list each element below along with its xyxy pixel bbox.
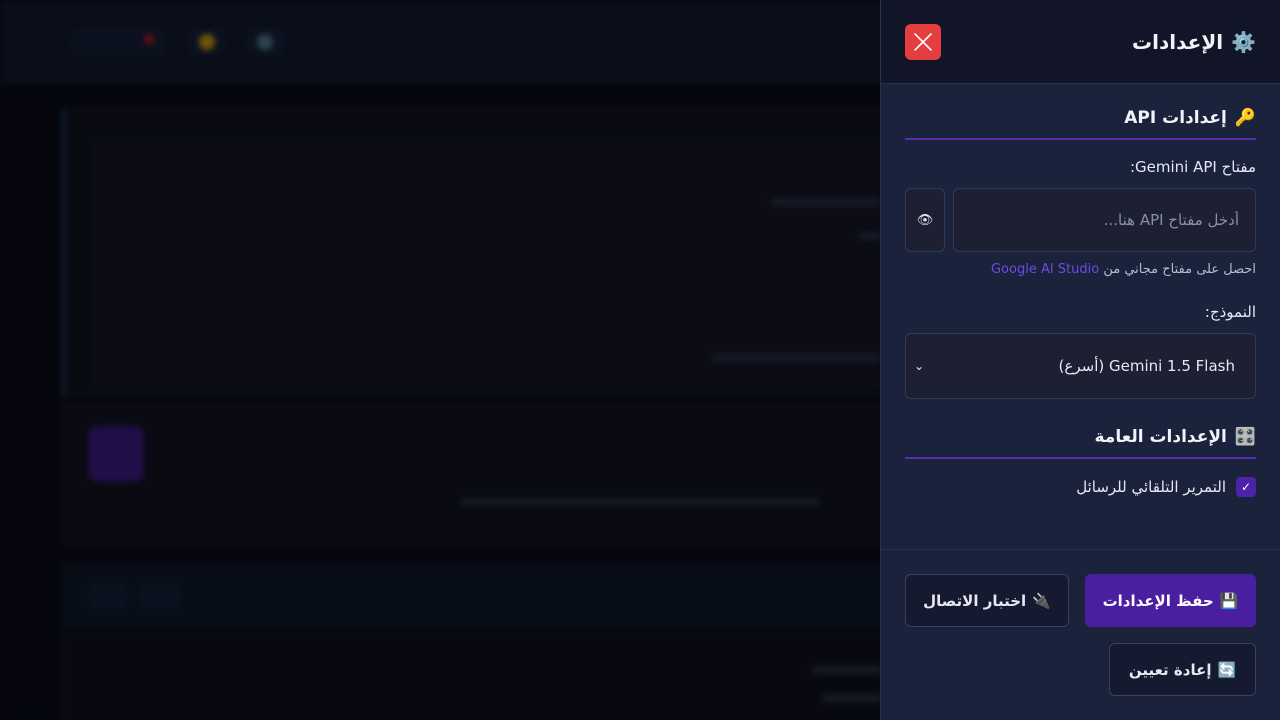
gear-icon: ⚙️ xyxy=(1231,29,1256,54)
api-key-hint: احصل على مفتاح مجاني من Google AI Studio xyxy=(905,262,1256,277)
control-knobs-icon: 🎛️ xyxy=(1234,427,1256,447)
floppy-disk-icon: 💾 xyxy=(1219,591,1239,610)
test-connection-button[interactable]: 🔌 اختبار الاتصال xyxy=(905,574,1069,627)
model-select[interactable]: Gemini 1.5 Flash (أسرع) ⌄ xyxy=(905,333,1256,399)
reset-label: إعادة تعيين xyxy=(1128,660,1212,679)
close-icon xyxy=(914,32,932,51)
api-key-input[interactable] xyxy=(953,188,1256,252)
save-settings-button[interactable]: 💾 حفظ الإعدادات xyxy=(1085,574,1256,627)
settings-panel: ⚙️ الإعدادات 🔑 إعدادات API مفتاح Gemini … xyxy=(880,0,1280,720)
refresh-icon: 🔄 xyxy=(1217,660,1237,679)
settings-header: ⚙️ الإعدادات xyxy=(881,0,1280,84)
plug-icon: 🔌 xyxy=(1032,591,1051,610)
auto-scroll-label: التمرير التلقائي للرسائل xyxy=(1076,478,1226,496)
api-key-label: مفتاح Gemini API: xyxy=(1129,158,1256,176)
general-section-title-text: الإعدادات العامة xyxy=(1094,427,1227,447)
settings-body: 🔑 إعدادات API مفتاح Gemini API: 👁 احصل ع… xyxy=(881,84,1280,497)
auto-scroll-checkbox[interactable]: ✓ xyxy=(1236,477,1256,497)
google-ai-studio-link[interactable]: Google AI Studio xyxy=(991,262,1099,277)
checkmark-icon: ✓ xyxy=(1240,480,1252,494)
chevron-down-icon: ⌄ xyxy=(914,359,925,373)
settings-title: ⚙️ الإعدادات xyxy=(1132,30,1256,54)
api-section-title: 🔑 إعدادات API xyxy=(905,108,1256,140)
model-select-value: Gemini 1.5 Flash (أسرع) xyxy=(1058,357,1235,375)
general-section-title: 🎛️ الإعدادات العامة xyxy=(905,427,1256,459)
reset-button[interactable]: 🔄 إعادة تعيين xyxy=(1109,643,1256,696)
key-icon: 🔑 xyxy=(1234,108,1256,128)
toggle-visibility-button[interactable]: 👁 xyxy=(905,188,945,252)
test-connection-label: اختبار الاتصال xyxy=(923,591,1027,610)
api-section-title-text: إعدادات API xyxy=(1124,108,1227,128)
model-label: النموذج: xyxy=(1204,303,1256,321)
auto-scroll-option[interactable]: ✓ التمرير التلقائي للرسائل xyxy=(905,477,1256,497)
api-key-hint-text: احصل على مفتاح مجاني من xyxy=(1103,262,1256,277)
save-settings-label: حفظ الإعدادات xyxy=(1102,591,1214,610)
close-button[interactable] xyxy=(905,23,941,60)
settings-footer: 💾 حفظ الإعدادات 🔌 اختبار الاتصال 🔄 إعادة… xyxy=(881,549,1280,720)
settings-title-text: الإعدادات xyxy=(1132,29,1224,54)
footer-button-row: 💾 حفظ الإعدادات 🔌 اختبار الاتصال xyxy=(905,574,1256,627)
api-key-row: 👁 xyxy=(905,188,1256,252)
eye-icon: 👁 xyxy=(916,212,934,228)
